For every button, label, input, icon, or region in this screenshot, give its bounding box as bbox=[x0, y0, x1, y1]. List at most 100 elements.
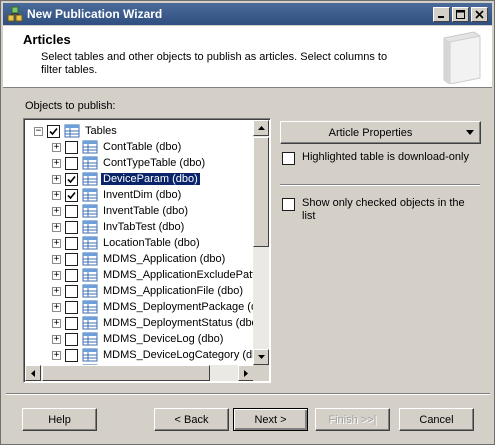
expand-icon[interactable]: + bbox=[52, 270, 61, 280]
table-row[interactable]: + MDMS_ApplicationFile (dbo) bbox=[52, 283, 245, 299]
table-row[interactable]: + MDMS_DeploymentStatus (dbo) bbox=[52, 315, 257, 331]
scroll-right-button[interactable] bbox=[238, 365, 254, 381]
next-button-label: Next > bbox=[254, 413, 287, 426]
scroll-right-icon bbox=[244, 369, 248, 377]
table-row[interactable]: + MDMS_DeploymentPackage (dl bbox=[52, 299, 257, 315]
table-checkbox[interactable] bbox=[65, 252, 78, 266]
table-checkbox[interactable] bbox=[65, 268, 78, 282]
table-name: MDMS_DeploymentStatus (dbo) bbox=[103, 317, 257, 329]
back-button[interactable]: < Back bbox=[154, 408, 229, 431]
table-icon bbox=[82, 252, 98, 266]
next-button[interactable]: Next > bbox=[233, 408, 308, 431]
expand-icon[interactable]: + bbox=[52, 318, 61, 328]
expand-icon[interactable]: + bbox=[52, 206, 61, 216]
cancel-button[interactable]: Cancel bbox=[399, 408, 474, 431]
table-name: MDMS_DeploymentPackage (dl bbox=[103, 301, 257, 313]
expand-icon[interactable]: + bbox=[52, 302, 61, 312]
table-row[interactable]: + ContTypeTable (dbo) bbox=[52, 155, 207, 171]
expand-icon[interactable]: + bbox=[52, 158, 61, 168]
show-only-checked-label: Show only checked objects in the list bbox=[302, 197, 465, 222]
close-button[interactable] bbox=[471, 6, 488, 22]
table-checkbox[interactable] bbox=[65, 284, 78, 298]
table-icon bbox=[82, 236, 98, 250]
table-name: MDMS_Application (dbo) bbox=[103, 253, 226, 265]
table-icon bbox=[82, 140, 98, 154]
expand-icon[interactable]: + bbox=[52, 254, 61, 264]
tree-horizontal-scrollbar[interactable] bbox=[25, 365, 254, 381]
help-button-label: Help bbox=[48, 413, 71, 426]
title-bar[interactable]: New Publication Wizard bbox=[3, 3, 492, 25]
wizard-banner-graphic-icon bbox=[443, 31, 481, 84]
tree-items: − Tables + ContTable (dbo) + ContTypeTable … bbox=[26, 121, 257, 365]
table-checkbox[interactable] bbox=[65, 332, 78, 346]
minimize-button[interactable] bbox=[433, 6, 450, 22]
table-row[interactable]: + MDMS_DeviceLogCategory (db bbox=[52, 347, 257, 363]
tree-root-tables[interactable]: − Tables bbox=[34, 123, 119, 139]
footer-divider bbox=[6, 393, 490, 395]
table-checkbox[interactable] bbox=[65, 156, 78, 170]
tree-vertical-scrollbar[interactable] bbox=[253, 120, 269, 365]
show-only-checked-checkbox[interactable] bbox=[282, 198, 295, 211]
table-row[interactable]: + LocationTable (dbo) bbox=[52, 235, 202, 251]
table-name: InventTable (dbo) bbox=[103, 205, 188, 217]
expand-icon[interactable]: + bbox=[52, 334, 61, 344]
table-checkbox[interactable] bbox=[65, 172, 78, 186]
finish-button-label: Finish >>| bbox=[328, 413, 377, 426]
table-row[interactable]: + DeviceParam (dbo) bbox=[52, 171, 201, 187]
table-name: MDMS_DeviceLogCategory (db bbox=[103, 349, 257, 361]
table-row[interactable]: + MDMS_ApplicationExcludePatte bbox=[52, 267, 257, 283]
table-icon bbox=[82, 348, 98, 362]
maximize-button[interactable] bbox=[452, 6, 469, 22]
scroll-down-button[interactable] bbox=[253, 349, 269, 365]
expand-icon[interactable]: + bbox=[52, 222, 61, 232]
scrollbar-corner bbox=[253, 365, 269, 381]
checkmark-icon bbox=[49, 127, 58, 135]
table-checkbox[interactable] bbox=[65, 140, 78, 154]
page-description: Select tables and other objects to publi… bbox=[41, 51, 388, 76]
finish-button: Finish >>| bbox=[315, 408, 390, 431]
table-icon bbox=[82, 284, 98, 298]
expand-icon[interactable]: + bbox=[52, 350, 61, 360]
table-checkbox[interactable] bbox=[65, 316, 78, 330]
table-checkbox[interactable] bbox=[65, 188, 78, 202]
collapse-icon[interactable]: − bbox=[34, 126, 43, 136]
expand-icon[interactable]: + bbox=[52, 286, 61, 296]
expand-icon[interactable]: + bbox=[52, 238, 61, 248]
download-only-option[interactable]: Highlighted table is download-only bbox=[282, 151, 469, 165]
horizontal-scroll-thumb[interactable] bbox=[42, 365, 210, 381]
back-button-label: < Back bbox=[174, 413, 209, 426]
vertical-scroll-thumb[interactable] bbox=[253, 137, 269, 247]
table-name: ContTypeTable (dbo) bbox=[103, 157, 206, 169]
tree-root-label: Tables bbox=[85, 125, 117, 137]
header-banner: Articles Select tables and other objects… bbox=[3, 26, 492, 88]
expand-icon[interactable]: + bbox=[52, 174, 61, 184]
publication-wizard-icon bbox=[7, 6, 23, 22]
table-name: MDMS_ApplicationFile (dbo) bbox=[103, 285, 243, 297]
tables-checkbox[interactable] bbox=[47, 124, 60, 138]
table-row[interactable]: + ContTable (dbo) bbox=[52, 139, 183, 155]
table-row[interactable]: + MDMS_DeviceLog (dbo) bbox=[52, 331, 225, 347]
table-checkbox[interactable] bbox=[65, 220, 78, 234]
table-checkbox[interactable] bbox=[65, 236, 78, 250]
expand-icon[interactable]: + bbox=[52, 190, 61, 200]
close-icon bbox=[475, 9, 484, 19]
expand-icon[interactable]: + bbox=[52, 142, 61, 152]
scroll-up-button[interactable] bbox=[253, 120, 269, 136]
table-checkbox[interactable] bbox=[65, 300, 78, 314]
table-icon bbox=[82, 220, 98, 234]
objects-tree[interactable]: − Tables + ContTable (dbo) + ContTypeTable … bbox=[23, 118, 271, 383]
table-row[interactable]: + MDMS_Application (dbo) bbox=[52, 251, 227, 267]
table-icon bbox=[82, 204, 98, 218]
scroll-left-button[interactable] bbox=[25, 365, 41, 381]
tables-folder-icon bbox=[64, 124, 80, 138]
table-checkbox[interactable] bbox=[65, 348, 78, 362]
table-row[interactable]: + InvTabTest (dbo) bbox=[52, 219, 186, 235]
article-properties-dropdown[interactable]: Article Properties bbox=[280, 121, 481, 144]
show-only-checked-option[interactable]: Show only checked objects in the list bbox=[282, 197, 477, 223]
download-only-checkbox[interactable] bbox=[282, 152, 295, 165]
table-checkbox[interactable] bbox=[65, 204, 78, 218]
table-row[interactable]: + InventTable (dbo) bbox=[52, 203, 190, 219]
help-button[interactable]: Help bbox=[22, 408, 97, 431]
table-icon bbox=[82, 316, 98, 330]
table-row[interactable]: + InventDim (dbo) bbox=[52, 187, 183, 203]
